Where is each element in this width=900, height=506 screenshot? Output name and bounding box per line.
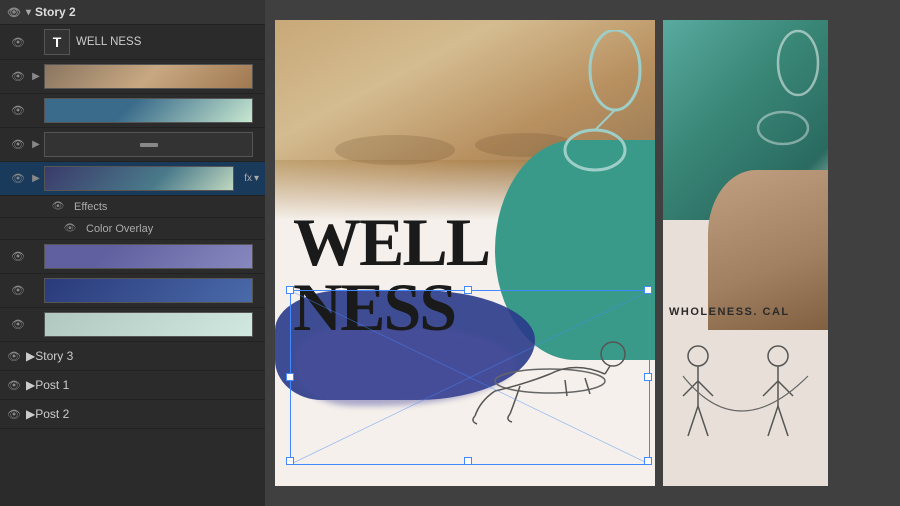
effects-label: Effects [74,201,107,213]
wellness-line1: WELL [293,210,489,275]
shape1-eye-icon[interactable]: 👁 [10,104,26,117]
layer-shape2[interactable]: 👁 Shape 2 [0,274,265,308]
adobe2-eye-icon[interactable]: 👁 [10,172,26,185]
right-canvas-panel: WHOLENESS. CAL [663,20,828,486]
color-overlay-label: Color Overlay [86,223,153,235]
canvas-area: WELL NESS [265,0,900,506]
adobe2-thumb [44,166,234,191]
post1-group-header[interactable]: 👁 ▶ Post 1 [0,371,265,400]
shape1-thumb [44,98,253,123]
sel-handle-bl[interactable] [286,457,294,465]
right-panel-content: WHOLENESS. CAL [663,20,828,486]
shape2-thumb [44,278,253,303]
layer-adobe2[interactable]: 👁 ▶ AdobeStock_282156710 fx ▾ [0,162,265,196]
yoga-line-figure [465,306,635,436]
rp-abstract-shapes [743,28,823,188]
sel-handle-ml[interactable] [286,373,294,381]
watercolor-eye-icon[interactable]: 👁 [10,250,26,263]
sel-handle-tl[interactable] [286,286,294,294]
layer-watercolor[interactable]: 👁 Watercolor [0,240,265,274]
layer-bg-color[interactable]: 👁 Background Color [0,308,265,342]
layers-panel: 👁 ▾ Story 2 👁 T WELL NESS 👁 ▶ AdobeStock… [0,0,265,506]
bg-eye-icon[interactable]: 👁 [10,318,26,331]
effects-row[interactable]: 👁 Effects [0,196,265,218]
story3-eye-icon[interactable]: 👁 [6,350,22,363]
story3-label: Story 3 [35,349,73,363]
post2-eye-icon[interactable]: 👁 [6,408,22,421]
line-eye-icon[interactable]: 👁 [10,138,26,151]
layer-shape1[interactable]: 👁 Shape 1 [0,94,265,128]
color-overlay-row[interactable]: 👁 Color Overlay [0,218,265,240]
layer-adobe1[interactable]: 👁 ▶ AdobeStock_159057041 [0,60,265,94]
rp-wholeness-text: WHOLENESS. CAL [669,306,790,318]
layer-line-group[interactable]: 👁 ▶ line [0,128,265,162]
center-panel-content: WELL NESS [275,20,655,486]
well-ness-eye-icon[interactable]: 👁 [10,36,26,49]
center-canvas-panel[interactable]: WELL NESS [275,20,655,486]
bg-thumb [44,312,253,337]
post2-group-header[interactable]: 👁 ▶ Post 2 [0,400,265,429]
effects-eye-icon: 👁 [50,201,66,212]
post1-label: Post 1 [35,378,69,392]
watercolor-thumb [44,244,253,269]
adobe1-eye-icon[interactable]: 👁 [10,70,26,83]
post1-chevron-icon: ▶ [26,378,35,392]
story2-group-header[interactable]: 👁 ▾ Story 2 [0,0,265,25]
well-ness-layer-label: WELL NESS [76,36,259,48]
sel-handle-mr[interactable] [644,373,652,381]
story3-chevron-icon: ▶ [26,349,35,363]
sel-handle-tr[interactable] [644,286,652,294]
abstract-shapes-svg [545,30,645,210]
layer-well-ness[interactable]: 👁 T WELL NESS [0,25,265,60]
fx-badge: fx [244,173,252,184]
story2-chevron-icon: ▾ [26,7,31,18]
rp-jump-figure [668,326,823,486]
well-ness-thumb: T [44,29,70,55]
wellness-line2: NESS [293,275,489,340]
story3-group-header[interactable]: 👁 ▶ Story 3 [0,342,265,371]
sel-handle-bc[interactable] [464,457,472,465]
sel-handle-tc[interactable] [464,286,472,294]
shape2-eye-icon[interactable]: 👁 [10,284,26,297]
story2-label: Story 2 [35,5,76,19]
color-overlay-eye-icon: 👁 [62,223,78,234]
sel-handle-br[interactable] [644,457,652,465]
post2-label: Post 2 [35,407,69,421]
post1-eye-icon[interactable]: 👁 [6,379,22,392]
line-thumb [44,132,253,157]
adobe2-chevron: ▾ [254,173,259,184]
story2-eye-icon[interactable]: 👁 [6,6,22,19]
post2-chevron-icon: ▶ [26,407,35,421]
adobe1-thumb [44,64,253,89]
wellness-text-element: WELL NESS [293,210,489,339]
